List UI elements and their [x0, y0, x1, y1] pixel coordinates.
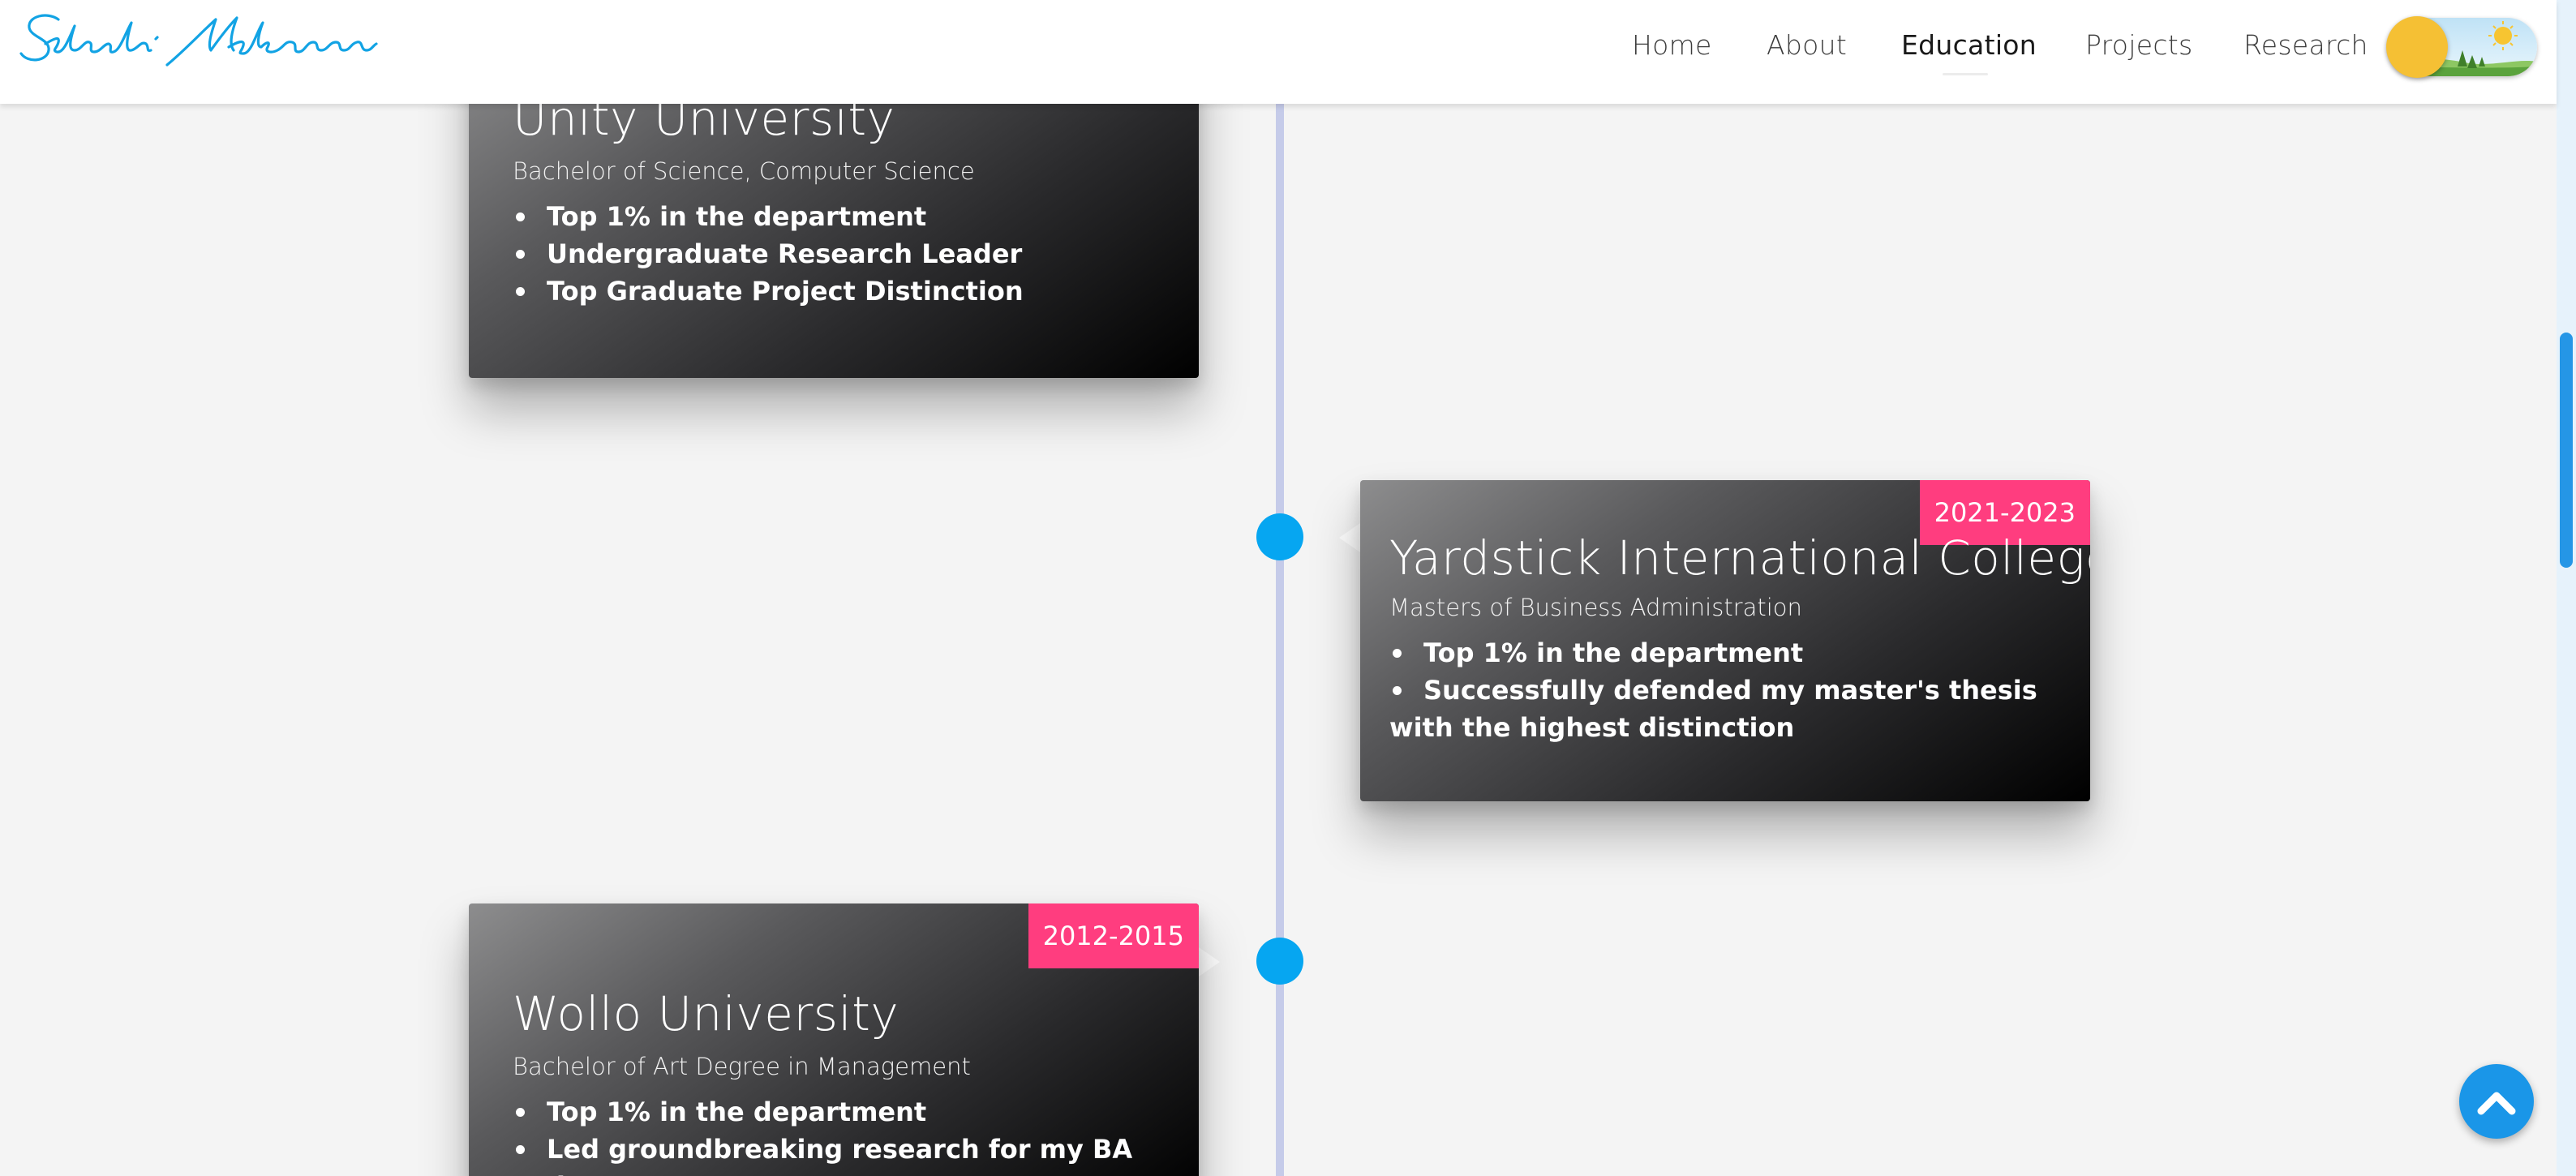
list-item: Top 1% in the department	[513, 1093, 1170, 1131]
scrollbar-track[interactable]	[2557, 0, 2576, 1176]
date-badge: 2012-2015	[1028, 903, 1199, 968]
toggle-knob[interactable]	[2386, 16, 2448, 78]
page: Unity University Bachelor of Science, Co…	[0, 0, 2576, 1176]
timeline-line	[1276, 89, 1284, 1176]
nav-active-indicator	[1943, 73, 1988, 75]
list-item: Led groundbreaking research for my BA de…	[513, 1131, 1170, 1176]
list-item: Top Graduate Project Distinction	[513, 273, 1170, 310]
list-item: Top 1% in the department	[513, 198, 1170, 235]
site-header: Home About Education Projects Research	[0, 0, 2557, 104]
timeline-dot	[1256, 513, 1303, 560]
list-item: Undergraduate Research Leader	[513, 235, 1170, 273]
highlights-list: Top 1% in the department Successfully de…	[1389, 634, 2063, 746]
nav-education[interactable]: Education	[1901, 29, 2037, 70]
scroll-to-top-button[interactable]	[2459, 1064, 2534, 1139]
school-name: Wollo University	[513, 986, 899, 1041]
school-name: Yardstick International College	[1389, 530, 2090, 586]
signature-logo[interactable]	[16, 6, 381, 79]
chevron-up-icon	[2477, 1092, 2516, 1115]
degree-text: Bachelor of Art Degree in Management	[513, 1053, 971, 1080]
list-item: Top 1% in the department	[1389, 634, 2063, 672]
card-pointer	[1199, 947, 1220, 976]
nav-projects[interactable]: Projects	[2085, 29, 2193, 70]
timeline-dot	[1256, 938, 1303, 985]
nav-home[interactable]: Home	[1632, 29, 1712, 70]
nav-research[interactable]: Research	[2243, 29, 2368, 70]
nav-about[interactable]: About	[1767, 29, 1847, 70]
list-item: Successfully defended my master's thesis…	[1389, 675, 2037, 743]
education-card-yardstick: 2021-2023 Yardstick International Colleg…	[1360, 480, 2090, 801]
education-card-wollo: 2012-2015 Wollo University Bachelor of A…	[469, 903, 1199, 1176]
scrollbar-thumb[interactable]	[2560, 333, 2573, 568]
highlights-list: Top 1% in the department Led groundbreak…	[513, 1093, 1170, 1176]
degree-text: Masters of Business Administration	[1389, 594, 1802, 621]
degree-text: Bachelor of Science, Computer Science	[513, 157, 975, 185]
highlights-list: Top 1% in the department Undergraduate R…	[513, 198, 1170, 310]
card-pointer	[1339, 523, 1360, 552]
